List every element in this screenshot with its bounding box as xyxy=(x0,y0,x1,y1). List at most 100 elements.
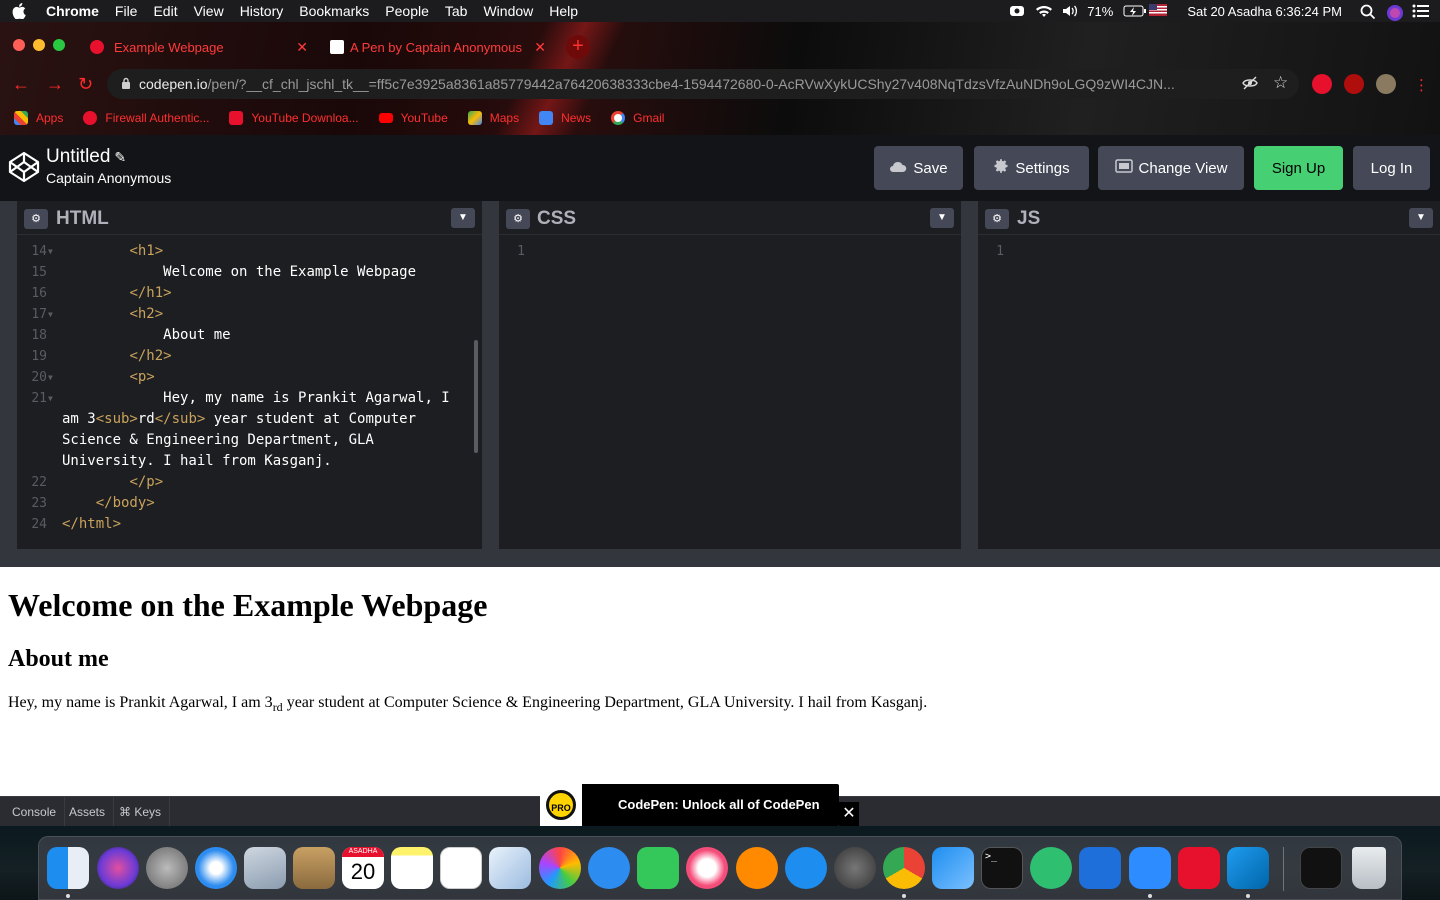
browser-tab-codepen[interactable]: A Pen by Captain Anonymous ✕ xyxy=(330,36,550,58)
fold-arrow-icon[interactable]: ▼ xyxy=(48,388,53,409)
siri-app-icon[interactable] xyxy=(97,847,139,889)
vscode-icon[interactable] xyxy=(1227,847,1269,889)
keys-button[interactable]: ⌘ Keys xyxy=(111,797,171,827)
system-preferences-gear-icon[interactable] xyxy=(834,847,876,889)
pro-promo-banner[interactable]: PRO CodePen: Unlock all of CodePen xyxy=(540,784,839,826)
calendar-icon[interactable]: ASADHA 20 xyxy=(342,847,384,889)
bookmark-firewall[interactable]: Firewall Authentic... xyxy=(83,111,209,125)
reminders-icon[interactable] xyxy=(440,847,482,889)
menu-file[interactable]: File xyxy=(115,3,138,19)
chrome-menu-icon[interactable]: ⋮ xyxy=(1414,76,1429,94)
tab-close-icon[interactable]: ✕ xyxy=(534,39,546,56)
reload-icon[interactable]: ↻ xyxy=(78,74,93,95)
bookmark-gmail[interactable]: Gmail xyxy=(611,111,664,125)
siri-icon[interactable] xyxy=(1386,4,1403,21)
html-editor-scrollbar[interactable] xyxy=(474,340,478,453)
safari-compass-icon[interactable] xyxy=(195,847,237,889)
browser-tab-example-webpage[interactable]: Example Webpage ✕ xyxy=(90,36,312,58)
contacts-icon[interactable] xyxy=(293,847,335,889)
change-view-button[interactable]: Change View xyxy=(1098,146,1244,190)
wifi-icon[interactable] xyxy=(1035,4,1053,18)
anydesk-icon[interactable] xyxy=(1178,847,1220,889)
window-minimize-button[interactable] xyxy=(33,39,45,51)
menu-bookmarks[interactable]: Bookmarks xyxy=(299,3,369,19)
js-code-editor[interactable]: 1 xyxy=(978,241,1440,262)
panel-resizer-left[interactable] xyxy=(0,201,17,549)
tracking-blocked-eye-icon[interactable] xyxy=(1242,76,1258,94)
launchpad-rocket-icon[interactable] xyxy=(146,847,188,889)
android-studio-icon[interactable] xyxy=(1030,847,1072,889)
html-code-editor[interactable]: 14 ▼ <h1> 15 Welcome on the Example Webpag… xyxy=(17,241,482,535)
new-tab-button[interactable]: + xyxy=(566,35,590,59)
trash-icon[interactable] xyxy=(1352,847,1386,889)
extension-puzzle-icon[interactable] xyxy=(1344,74,1364,94)
books-icon[interactable] xyxy=(736,847,778,889)
bracket-app-icon[interactable] xyxy=(1079,847,1121,889)
settings-button[interactable]: Settings xyxy=(974,146,1089,190)
minimized-window-thumbnail[interactable] xyxy=(1300,847,1342,889)
chrome-icon[interactable] xyxy=(883,847,925,889)
bookmark-maps[interactable]: Maps xyxy=(467,111,519,125)
pen-author[interactable]: Captain Anonymous xyxy=(46,170,171,186)
bookmark-youtube[interactable]: YouTube xyxy=(378,111,448,125)
bookmark-youtube-downloader[interactable]: YouTube Downloa... xyxy=(229,111,359,125)
finder-icon[interactable] xyxy=(47,847,89,889)
volume-icon[interactable] xyxy=(1061,4,1078,18)
menu-bar-clock[interactable]: Sat 20 Asadha 6:36:24 PM xyxy=(1187,4,1342,19)
panel-resizer-html-css[interactable] xyxy=(482,201,499,549)
sign-up-button[interactable]: Sign Up xyxy=(1254,146,1343,190)
profile-avatar[interactable] xyxy=(1376,74,1396,94)
terminal-icon[interactable]: >_ xyxy=(981,847,1023,889)
save-button[interactable]: Save xyxy=(874,146,963,190)
facetime-icon[interactable] xyxy=(637,847,679,889)
photos-icon[interactable] xyxy=(539,847,581,889)
input-source-flag-icon[interactable] xyxy=(1149,4,1168,18)
js-chevron-down-icon[interactable]: ▼ xyxy=(1409,208,1433,228)
css-chevron-down-icon[interactable]: ▼ xyxy=(930,208,954,228)
fold-arrow-icon[interactable]: ▼ xyxy=(48,304,53,325)
menu-help[interactable]: Help xyxy=(549,3,578,19)
fold-arrow-icon[interactable]: ▼ xyxy=(48,367,53,388)
battery-charging-icon[interactable] xyxy=(1123,4,1147,18)
fold-arrow-icon[interactable]: ▼ xyxy=(48,241,53,262)
menu-window[interactable]: Window xyxy=(483,3,533,19)
app-store-icon[interactable] xyxy=(785,847,827,889)
xcode-hammer-icon[interactable] xyxy=(932,847,974,889)
css-code-editor[interactable]: 1 xyxy=(499,241,961,262)
menu-app-name[interactable]: Chrome xyxy=(46,3,99,19)
pen-title[interactable]: Untitled ✎ xyxy=(46,146,126,168)
preview-resizer[interactable] xyxy=(0,549,1440,567)
css-settings-gear-icon[interactable]: ⚙ xyxy=(506,209,530,229)
extension-adblock-icon[interactable] xyxy=(1312,74,1332,94)
notes-icon[interactable] xyxy=(391,847,433,889)
js-settings-gear-icon[interactable]: ⚙ xyxy=(985,209,1009,229)
log-in-button[interactable]: Log In xyxy=(1353,146,1430,190)
promo-close-icon[interactable]: ✕ xyxy=(839,802,859,826)
assets-button[interactable]: Assets xyxy=(61,797,115,827)
html-settings-gear-icon[interactable]: ⚙ xyxy=(24,209,48,229)
forward-arrow-icon[interactable]: → xyxy=(46,74,64,95)
menu-view[interactable]: View xyxy=(194,3,224,19)
address-bar[interactable]: codepen.io/pen/?__cf_chl_jschl_tk__=ff5c… xyxy=(107,69,1299,99)
preview-app-icon[interactable] xyxy=(489,847,531,889)
edit-pencil-icon[interactable]: ✎ xyxy=(114,149,126,165)
menu-history[interactable]: History xyxy=(240,3,284,19)
menu-tab[interactable]: Tab xyxy=(445,3,468,19)
menu-people[interactable]: People xyxy=(385,3,429,19)
notification-center-icon[interactable] xyxy=(1412,4,1429,18)
panel-resizer-css-js[interactable] xyxy=(961,201,978,549)
apple-menu-icon[interactable] xyxy=(12,3,28,20)
screen-record-icon[interactable] xyxy=(1009,4,1025,18)
spotlight-search-icon[interactable] xyxy=(1360,4,1376,20)
lock-icon[interactable] xyxy=(121,77,131,92)
tab-close-icon[interactable]: ✕ xyxy=(296,39,308,56)
music-icon[interactable] xyxy=(686,847,728,889)
bookmark-star-icon[interactable]: ☆ xyxy=(1273,73,1288,93)
zoom-video-icon[interactable] xyxy=(1129,847,1171,889)
mail-eagle-icon[interactable] xyxy=(244,847,286,889)
menu-edit[interactable]: Edit xyxy=(153,3,177,19)
bookmark-news[interactable]: News xyxy=(539,111,591,125)
console-button[interactable]: Console xyxy=(4,797,66,827)
messages-icon[interactable] xyxy=(588,847,630,889)
bookmark-apps[interactable]: Apps xyxy=(14,111,63,125)
